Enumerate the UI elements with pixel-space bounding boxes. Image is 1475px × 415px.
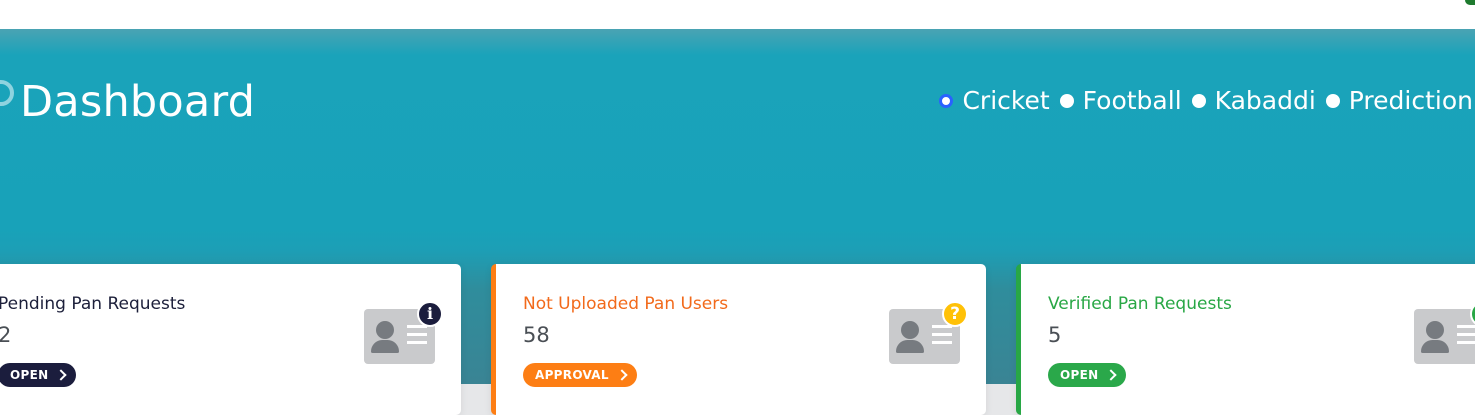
sport-label: Kabaddi (1214, 86, 1316, 115)
card-not-uploaded-pan-users: Not Uploaded Pan Users 58 APPROVAL ? (491, 264, 986, 415)
top-bar-corner-indicator (1465, 0, 1475, 5)
radio-selected-icon[interactable] (939, 94, 954, 108)
info-icon: i (417, 301, 443, 327)
card-title: Not Uploaded Pan Users (523, 294, 729, 314)
card-count: 5 (1048, 323, 1062, 347)
chevron-right-icon (55, 369, 68, 381)
id-card-person-body (896, 340, 924, 353)
chevron-right-icon (1105, 369, 1118, 381)
card-pending-pan-requests: Pending Pan Requests 2 OPEN i (0, 264, 461, 415)
radio-icon[interactable] (1191, 94, 1206, 108)
id-card-person-head (376, 321, 394, 339)
question-icon: ? (942, 301, 968, 327)
id-card-icon (1414, 309, 1475, 364)
sport-label: Cricket (962, 86, 1050, 115)
page-title: Dashboard (20, 77, 256, 127)
button-label: OPEN (1060, 368, 1099, 382)
id-card-person-body (371, 340, 399, 353)
sport-option-prediction[interactable]: Prediction (1325, 86, 1473, 116)
sport-selector: Cricket Football Kabaddi Prediction (939, 84, 1473, 118)
id-card-line (407, 333, 427, 336)
id-card-line (932, 341, 952, 344)
open-button[interactable]: OPEN (1048, 363, 1127, 387)
card-count: 2 (0, 323, 12, 347)
top-bar (0, 0, 1475, 29)
id-card-person-head (1426, 321, 1444, 339)
open-button[interactable]: OPEN (0, 363, 77, 387)
radio-icon[interactable] (1325, 94, 1340, 108)
sport-option-kabaddi[interactable]: Kabaddi (1191, 86, 1316, 116)
sport-label: Prediction (1348, 86, 1473, 115)
id-card-person-body (1421, 340, 1449, 353)
id-card-line (932, 333, 952, 336)
id-card-line (1457, 333, 1475, 336)
id-card-person-head (901, 321, 919, 339)
card-title: Pending Pan Requests (0, 294, 186, 314)
card-verified-pan-requests: Verified Pan Requests 5 OPEN ✓ (1016, 264, 1475, 415)
radio-icon[interactable] (1059, 94, 1074, 108)
chevron-right-icon (616, 369, 628, 381)
id-card-line (407, 341, 427, 344)
approval-button[interactable]: APPROVAL (523, 363, 637, 387)
button-label: OPEN (10, 368, 49, 382)
button-label: APPROVAL (535, 368, 609, 382)
sport-option-cricket[interactable]: Cricket (939, 86, 1050, 116)
id-card-line (1457, 325, 1475, 328)
card-count: 58 (523, 323, 550, 347)
id-card-line (1457, 341, 1475, 344)
card-title: Verified Pan Requests (1048, 294, 1232, 314)
sport-label: Football (1082, 86, 1182, 115)
sport-option-football[interactable]: Football (1059, 86, 1182, 116)
